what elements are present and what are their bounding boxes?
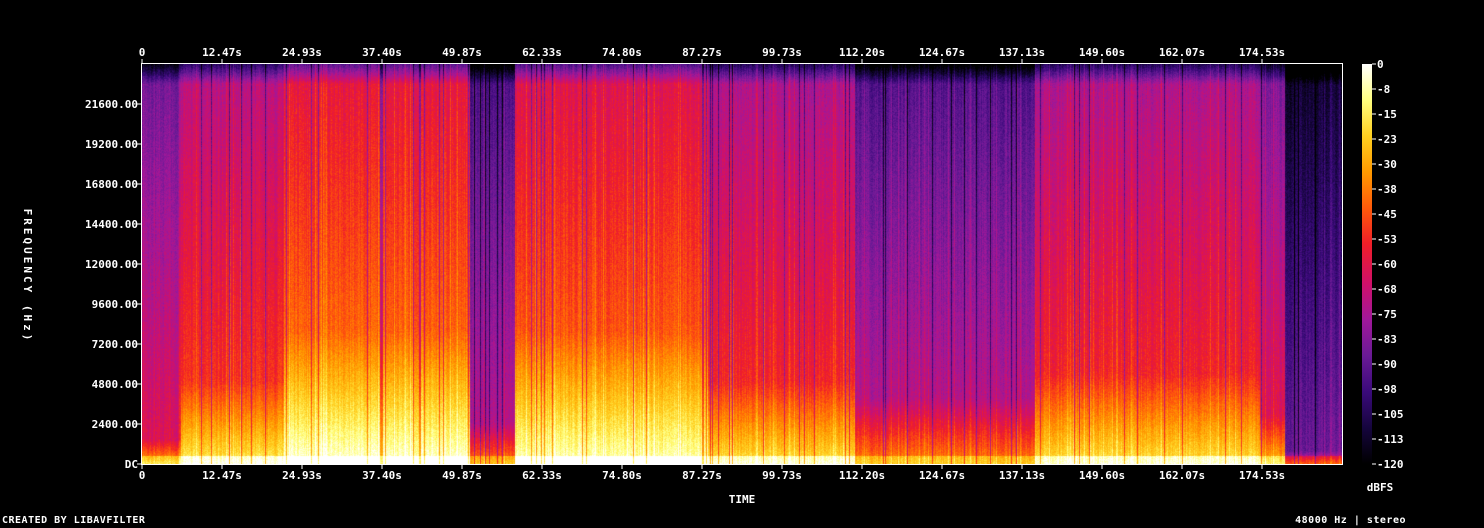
colorbar-tick-label: -98: [1377, 383, 1397, 396]
x-tick-label-bottom: 62.33s: [522, 469, 562, 482]
x-tick-label-bottom: 12.47s: [202, 469, 242, 482]
x-tick-label-top: 99.73s: [762, 46, 802, 59]
spectrogram-area: [142, 64, 1342, 464]
x-tick-label-bottom: 49.87s: [442, 469, 482, 482]
y-tick-label: 19200.00: [85, 138, 138, 151]
x-axis-bottom: 0 12.47s 24.93s 37.40s 49.87s 62.33s 74.80s 87.…: [139, 464, 1285, 482]
x-tick-label-top: 62.33s: [522, 46, 562, 59]
y-tick-label: 14400.00: [85, 218, 138, 231]
x-tick-label-bottom: 162.07s: [1159, 469, 1205, 482]
colorbar-tick-label: -60: [1377, 258, 1397, 271]
y-tick-label: 9600.00: [92, 298, 138, 311]
x-tick-label-top: 74.80s: [602, 46, 642, 59]
colorbar: [1362, 64, 1372, 464]
colorbar-tick-label: -38: [1377, 183, 1397, 196]
x-tick-label-top: 124.67s: [919, 46, 965, 59]
colorbar-ticks: 0 -8 -15 -23 -30 -38 -45 -53 -60 -68 -75 -83 -90 -98 -…: [1372, 58, 1404, 471]
y-tick-label: 16800.00: [85, 178, 138, 191]
x-tick-label-bottom: 0: [139, 469, 146, 482]
x-tick-label-bottom: 37.40s: [362, 469, 402, 482]
x-tick-label-bottom: 149.60s: [1079, 469, 1125, 482]
colorbar-tick-label: -45: [1377, 208, 1397, 221]
x-axis-top: 0 12.47s 24.93s 37.40s 49.87s 62.33s 74.80s 87.…: [139, 46, 1285, 64]
x-tick-label-top: 37.40s: [362, 46, 402, 59]
x-tick-label-top: 87.27s: [682, 46, 722, 59]
y-tick-label: 21600.00: [85, 98, 138, 111]
y-tick-label: 7200.00: [92, 338, 138, 351]
spectrogram-heatmap: [142, 64, 1342, 464]
colorbar-tick-label: -23: [1377, 133, 1397, 146]
x-axis-title: TIME: [729, 493, 756, 506]
x-tick-label-bottom: 24.93s: [282, 469, 322, 482]
colorbar-tick-label: -113: [1377, 433, 1404, 446]
y-tick-label: 4800.00: [92, 378, 138, 391]
x-tick-label-bottom: 99.73s: [762, 469, 802, 482]
x-tick-label-top: 137.13s: [999, 46, 1045, 59]
x-tick-label-top: 112.20s: [839, 46, 885, 59]
y-axis-title: FREQUENCY (Hz): [21, 209, 34, 344]
y-axis: DC 2400.00 4800.00 7200.00 9600.00 12000.00 14…: [85, 98, 142, 471]
x-tick-label-bottom: 74.80s: [602, 469, 642, 482]
spectrogram-figure: 0 12.47s 24.93s 37.40s 49.87s 62.33s 74.80s 87.…: [21, 46, 1404, 506]
y-tick-label: DC: [125, 458, 138, 471]
x-tick-label-top: 24.93s: [282, 46, 322, 59]
x-tick-label-bottom: 112.20s: [839, 469, 885, 482]
colorbar-tick-label: -83: [1377, 333, 1397, 346]
colorbar-tick-label: -30: [1377, 158, 1397, 171]
colorbar-tick-label: -105: [1377, 408, 1404, 421]
x-tick-label-bottom: 87.27s: [682, 469, 722, 482]
colorbar-tick-label: -8: [1377, 83, 1390, 96]
x-tick-label-bottom: 124.67s: [919, 469, 965, 482]
colorbar-tick-label: -120: [1377, 458, 1404, 471]
colorbar-tick-label: -53: [1377, 233, 1397, 246]
x-tick-label-top: 12.47s: [202, 46, 242, 59]
colorbar-tick-label: -90: [1377, 358, 1397, 371]
colorbar-tick-label: -68: [1377, 283, 1397, 296]
colorbar-tick-label: -75: [1377, 308, 1397, 321]
colorbar-tick-label: 0: [1377, 58, 1384, 71]
x-tick-label-top: 49.87s: [442, 46, 482, 59]
footer-credit: CREATED BY LIBAVFILTER: [2, 515, 146, 526]
colorbar-tick-label: -15: [1377, 108, 1397, 121]
y-tick-label: 2400.00: [92, 418, 138, 431]
y-tick-label: 12000.00: [85, 258, 138, 271]
x-tick-label-bottom: 137.13s: [999, 469, 1045, 482]
footer-audio-info: 48000 Hz | stereo: [1295, 515, 1406, 526]
x-tick-label-top: 162.07s: [1159, 46, 1205, 59]
x-tick-label-top: 174.53s: [1239, 46, 1285, 59]
x-tick-label-bottom: 174.53s: [1239, 469, 1285, 482]
colorbar-unit: dBFS: [1367, 481, 1394, 494]
x-tick-label-top: 0: [139, 46, 146, 59]
x-tick-label-top: 149.60s: [1079, 46, 1125, 59]
